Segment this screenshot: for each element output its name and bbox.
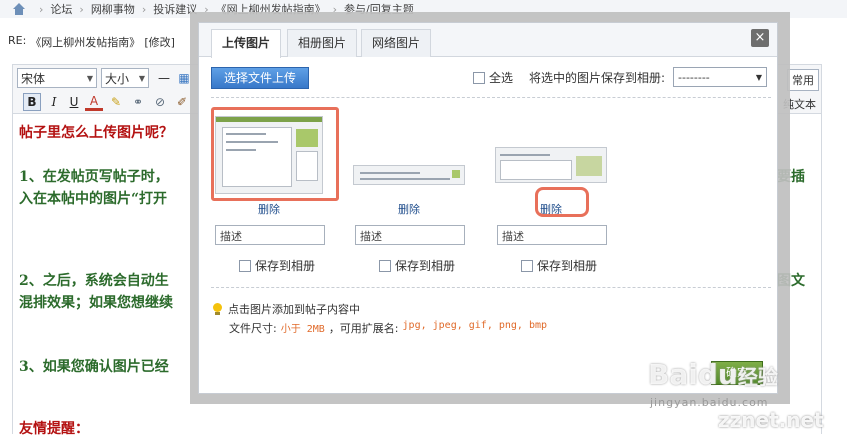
- chevron-down-icon: ▼: [86, 73, 93, 83]
- save-to-album-option[interactable]: 保存到相册: [239, 257, 315, 274]
- editor-tip: 友情提醒：: [19, 421, 89, 437]
- italic-button[interactable]: I: [45, 93, 63, 111]
- reply-edit-tag[interactable]: [修改]: [144, 34, 175, 50]
- delete-link[interactable]: 删除: [211, 201, 327, 217]
- delete-link[interactable]: 删除: [351, 201, 467, 217]
- thumbnail-graphic: [452, 170, 460, 178]
- underline-button[interactable]: U: [65, 93, 83, 111]
- font-size-select[interactable]: 大小 ▼: [101, 68, 149, 88]
- breadcrumb-separator: ›: [141, 2, 147, 16]
- home-icon[interactable]: [12, 3, 26, 15]
- save-to-album-label: 将选中的图片保存到相册:: [529, 71, 666, 85]
- hint-row: 点击图片添加到帖子内容中: [213, 301, 360, 317]
- font-family-value: 宋体: [21, 71, 46, 86]
- editor-step-2-cont: 混排效果；如果您想继续: [19, 295, 173, 311]
- thumbnail-frame[interactable]: [351, 111, 467, 199]
- album-select[interactable]: -------- ▼: [673, 67, 767, 87]
- thumbnail-line: [500, 154, 550, 156]
- thumbnail-line: [360, 172, 420, 174]
- select-all-label: 全选: [489, 71, 514, 85]
- save-to-album-text: 保存到相册: [395, 259, 456, 273]
- divider: [211, 97, 771, 98]
- thumbnail-pane: [500, 160, 572, 180]
- editor-step-1: 1、在发帖页写帖子时，: [19, 169, 169, 185]
- reply-title-row: RE: 《网上柳州发帖指南》 [修改]: [8, 34, 175, 50]
- file-info: 文件尺寸: 小于 2MB ，可用扩展名: jpg, jpeg, gif, png…: [229, 320, 547, 336]
- reply-prefix: RE:: [8, 34, 27, 47]
- select-all-checkbox[interactable]: [473, 71, 485, 84]
- extension-label: ，可用扩展名:: [328, 322, 399, 335]
- file-size-value: 小于 2MB: [280, 324, 325, 335]
- link-icon[interactable]: ⚭: [129, 93, 147, 111]
- horizontal-rule-icon[interactable]: —: [155, 69, 173, 87]
- tab-album-image[interactable]: 相册图片: [287, 29, 358, 57]
- chevron-down-icon: ▼: [138, 73, 145, 83]
- thumbnail-image[interactable]: [495, 147, 607, 183]
- save-to-album-option[interactable]: 保存到相册: [379, 257, 455, 274]
- description-input[interactable]: 描述: [355, 225, 465, 245]
- bold-button[interactable]: B: [23, 93, 41, 111]
- thumbnail-image[interactable]: [353, 165, 465, 185]
- save-to-album-option[interactable]: 保存到相册: [521, 257, 597, 274]
- hint-text: 点击图片添加到帖子内容中: [228, 303, 360, 316]
- choose-file-button[interactable]: 选择文件上传: [211, 67, 309, 89]
- save-to-album-checkbox[interactable]: [379, 259, 391, 272]
- editor-step-2: 2、之后，系统会自动生: [19, 273, 169, 289]
- album-select-value: --------: [678, 70, 710, 84]
- watermark-brand: Baidu: [648, 358, 738, 391]
- highlight-annotation: [211, 107, 339, 201]
- tab-upload-image[interactable]: 上传图片: [211, 29, 282, 58]
- description-input[interactable]: 描述: [497, 225, 607, 245]
- breadcrumb-separator: ›: [79, 2, 84, 16]
- reply-title: 《网上柳州发帖指南》: [30, 36, 141, 49]
- description-input[interactable]: 描述: [215, 225, 325, 245]
- brush-icon[interactable]: ✐: [173, 93, 191, 111]
- thumbnail-graphic: [576, 156, 602, 176]
- font-size-value: 大小: [105, 71, 130, 86]
- save-to-album-text: 保存到相册: [537, 259, 598, 273]
- breadcrumb-section[interactable]: 网柳事物: [91, 1, 135, 17]
- lightbulb-icon: [213, 303, 222, 315]
- watermark-site: zznet.net: [718, 408, 824, 432]
- font-color-button[interactable]: A: [85, 93, 103, 111]
- highlight-annotation: [535, 187, 589, 217]
- editor-step-1-cont: 入在本帖中的图片“打开: [19, 191, 168, 207]
- divider: [211, 287, 771, 288]
- save-to-album-checkbox[interactable]: [239, 259, 251, 272]
- editor-heading: 帖子里怎么上传图片呢？: [19, 125, 173, 141]
- thumbnail-frame[interactable]: [493, 111, 609, 199]
- unlink-icon[interactable]: ⊘: [151, 93, 169, 111]
- breadcrumb-separator: ›: [39, 2, 44, 16]
- save-to-album-checkbox[interactable]: [521, 259, 533, 272]
- image-upload-dialog: 上传图片 相册图片 网络图片 × 选择文件上传 全选 将选中的图片保存到相册: …: [198, 22, 778, 394]
- save-to-album-text: 保存到相册: [255, 259, 316, 273]
- common-button[interactable]: 常用: [787, 69, 819, 91]
- baidu-watermark: Baidu经验: [648, 358, 778, 391]
- close-icon[interactable]: ×: [751, 29, 769, 47]
- tab-web-image[interactable]: 网络图片: [361, 29, 432, 57]
- chevron-down-icon: ▼: [755, 72, 762, 82]
- font-family-select[interactable]: 宋体 ▼: [17, 68, 97, 88]
- file-size-label: 文件尺寸:: [229, 322, 277, 335]
- breadcrumb-forum[interactable]: 论坛: [50, 1, 72, 17]
- dialog-tabs: 上传图片 相册图片 网络图片 ×: [199, 23, 777, 58]
- highlight-icon[interactable]: ✎: [107, 93, 125, 111]
- select-all[interactable]: 全选: [473, 69, 513, 86]
- editor-step-3: 3、如果您确认图片已经: [19, 359, 169, 375]
- watermark-suffix: 经验: [737, 365, 778, 389]
- extension-value: jpg, jpeg, gif, png, bmp: [402, 320, 548, 331]
- thumbnail-line: [360, 178, 450, 180]
